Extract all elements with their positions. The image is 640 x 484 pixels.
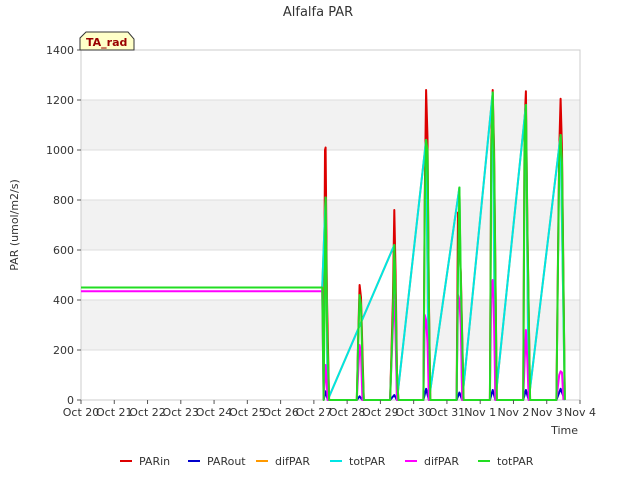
x-tick-label: Oct 30 — [395, 406, 432, 419]
legend-label: PARout — [207, 455, 246, 468]
legend-label: totPAR — [349, 455, 386, 468]
x-tick-label: Oct 20 — [63, 406, 100, 419]
x-tick-label: Oct 22 — [129, 406, 166, 419]
x-axis-label: Time — [550, 424, 578, 437]
x-tick-label: Nov 4 — [564, 406, 596, 419]
chart-svg: 0200400600800100012001400 Oct 20Oct 21Oc… — [8, 5, 596, 468]
legend-label: totPAR — [497, 455, 534, 468]
x-tick-label: Oct 28 — [329, 406, 366, 419]
y-tick-label: 1400 — [46, 44, 74, 57]
y-tick-label: 1000 — [46, 144, 74, 157]
band — [81, 50, 580, 100]
y-tick-label: 800 — [53, 194, 74, 207]
legend-label: difPAR — [275, 455, 310, 468]
y-tick-label: 400 — [53, 294, 74, 307]
y-tick-label: 600 — [53, 244, 74, 257]
x-tick-label: Oct 24 — [196, 406, 233, 419]
chart-container: 0 200 400 600 800 1000 1200 1400 Oct 20 Oct 21 Oc… — [0, 0, 640, 480]
y-tick-label: 200 — [53, 344, 74, 357]
band — [81, 200, 580, 250]
background-bands — [81, 50, 580, 400]
annotation-label: TA_rad — [86, 36, 127, 49]
x-tick-label: Oct 29 — [362, 406, 399, 419]
x-tick-label: Nov 3 — [531, 406, 563, 419]
ta-rad-annotation: TA_rad — [79, 31, 135, 51]
legend-label: PARin — [139, 455, 170, 468]
legend: PARin PARout difPAR totPAR difPAR totPAR — [120, 455, 534, 468]
x-tick-label: Oct 21 — [96, 406, 133, 419]
x-tick-label: Oct 31 — [429, 406, 466, 419]
legend-label: difPAR — [424, 455, 459, 468]
y-axis-ticks: 0200400600800100012001400 — [46, 44, 81, 407]
x-tick-label: Oct 26 — [262, 406, 299, 419]
band — [81, 150, 580, 200]
chart-title: Alfalfa PAR — [283, 5, 353, 20]
x-tick-label: Nov 2 — [497, 406, 529, 419]
x-tick-label: Oct 25 — [229, 406, 266, 419]
x-axis-ticks: Oct 20Oct 21Oct 22Oct 23Oct 24Oct 25Oct … — [63, 400, 596, 419]
x-tick-label: Nov 1 — [464, 406, 496, 419]
y-tick-label: 1200 — [46, 94, 74, 107]
y-axis-label: PAR (umol/m2/s) — [8, 179, 21, 271]
x-tick-label: Oct 23 — [163, 406, 200, 419]
band — [81, 100, 580, 150]
x-tick-label: Oct 27 — [296, 406, 333, 419]
band — [81, 250, 580, 300]
